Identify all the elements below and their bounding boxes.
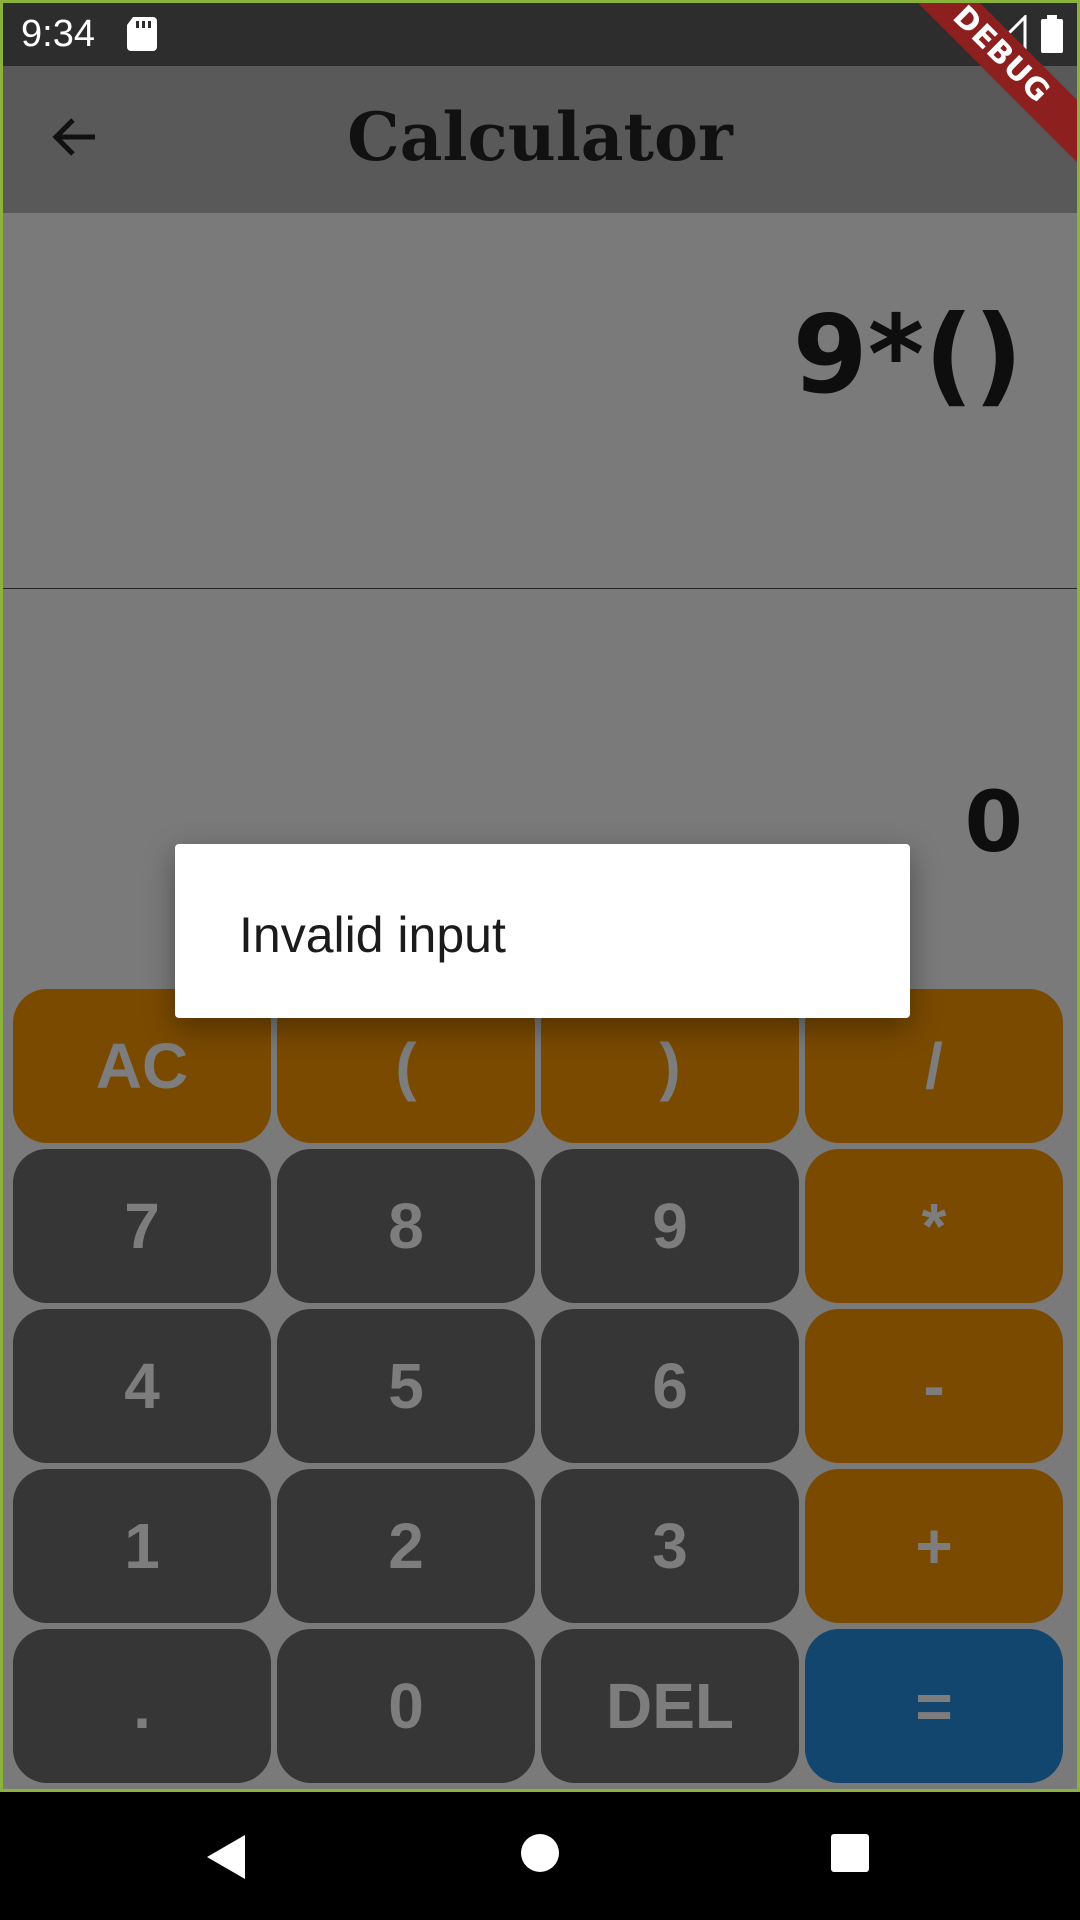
nav-back-icon[interactable]: [205, 1833, 249, 1886]
key-digit-4-button[interactable]: 4: [13, 1309, 271, 1463]
key-equals-button[interactable]: =: [805, 1629, 1063, 1783]
status-time: 9:34: [21, 13, 95, 55]
key-digit-2-button[interactable]: 2: [277, 1469, 535, 1623]
nav-home-icon[interactable]: [520, 1833, 560, 1878]
key-digit-8-button[interactable]: 8: [277, 1149, 535, 1303]
key-digit-1-button[interactable]: 1: [13, 1469, 271, 1623]
nav-recents-icon[interactable]: [830, 1833, 870, 1878]
app-bar: Calculator: [3, 66, 1077, 213]
status-bar: 9:34: [3, 3, 1077, 66]
key-add-button[interactable]: +: [805, 1469, 1063, 1623]
key-multiply-button[interactable]: *: [805, 1149, 1063, 1303]
key-decimal-button[interactable]: .: [13, 1629, 271, 1783]
error-dialog: Invalid input: [175, 844, 910, 1018]
battery-icon: [1041, 15, 1063, 58]
key-digit-3-button[interactable]: 3: [541, 1469, 799, 1623]
key-digit-5-button[interactable]: 5: [277, 1309, 535, 1463]
key-digit-0-button[interactable]: 0: [277, 1629, 535, 1783]
key-digit-9-button[interactable]: 9: [541, 1149, 799, 1303]
display-divider: [3, 588, 1077, 589]
key-digit-7-button[interactable]: 7: [13, 1149, 271, 1303]
app-frame: 9:34 Calculator DEBUG 9*() 0 AC()/7 8 9 * 4 5…: [0, 0, 1080, 1792]
key-digit-6-button[interactable]: 6: [541, 1309, 799, 1463]
page-title: Calculator: [347, 98, 733, 176]
expression-text: 9*(): [792, 293, 1023, 418]
keypad: AC()/7 8 9 * 4 5 6-1 2 3 +. 0 DEL =: [3, 989, 1077, 1789]
system-nav-bar: [0, 1795, 1080, 1920]
key-subtract-button[interactable]: -: [805, 1309, 1063, 1463]
key-delete-button[interactable]: DEL: [541, 1629, 799, 1783]
sd-card-icon: [127, 17, 157, 56]
result-text: 0: [964, 773, 1023, 871]
dialog-message: Invalid input: [239, 907, 506, 963]
